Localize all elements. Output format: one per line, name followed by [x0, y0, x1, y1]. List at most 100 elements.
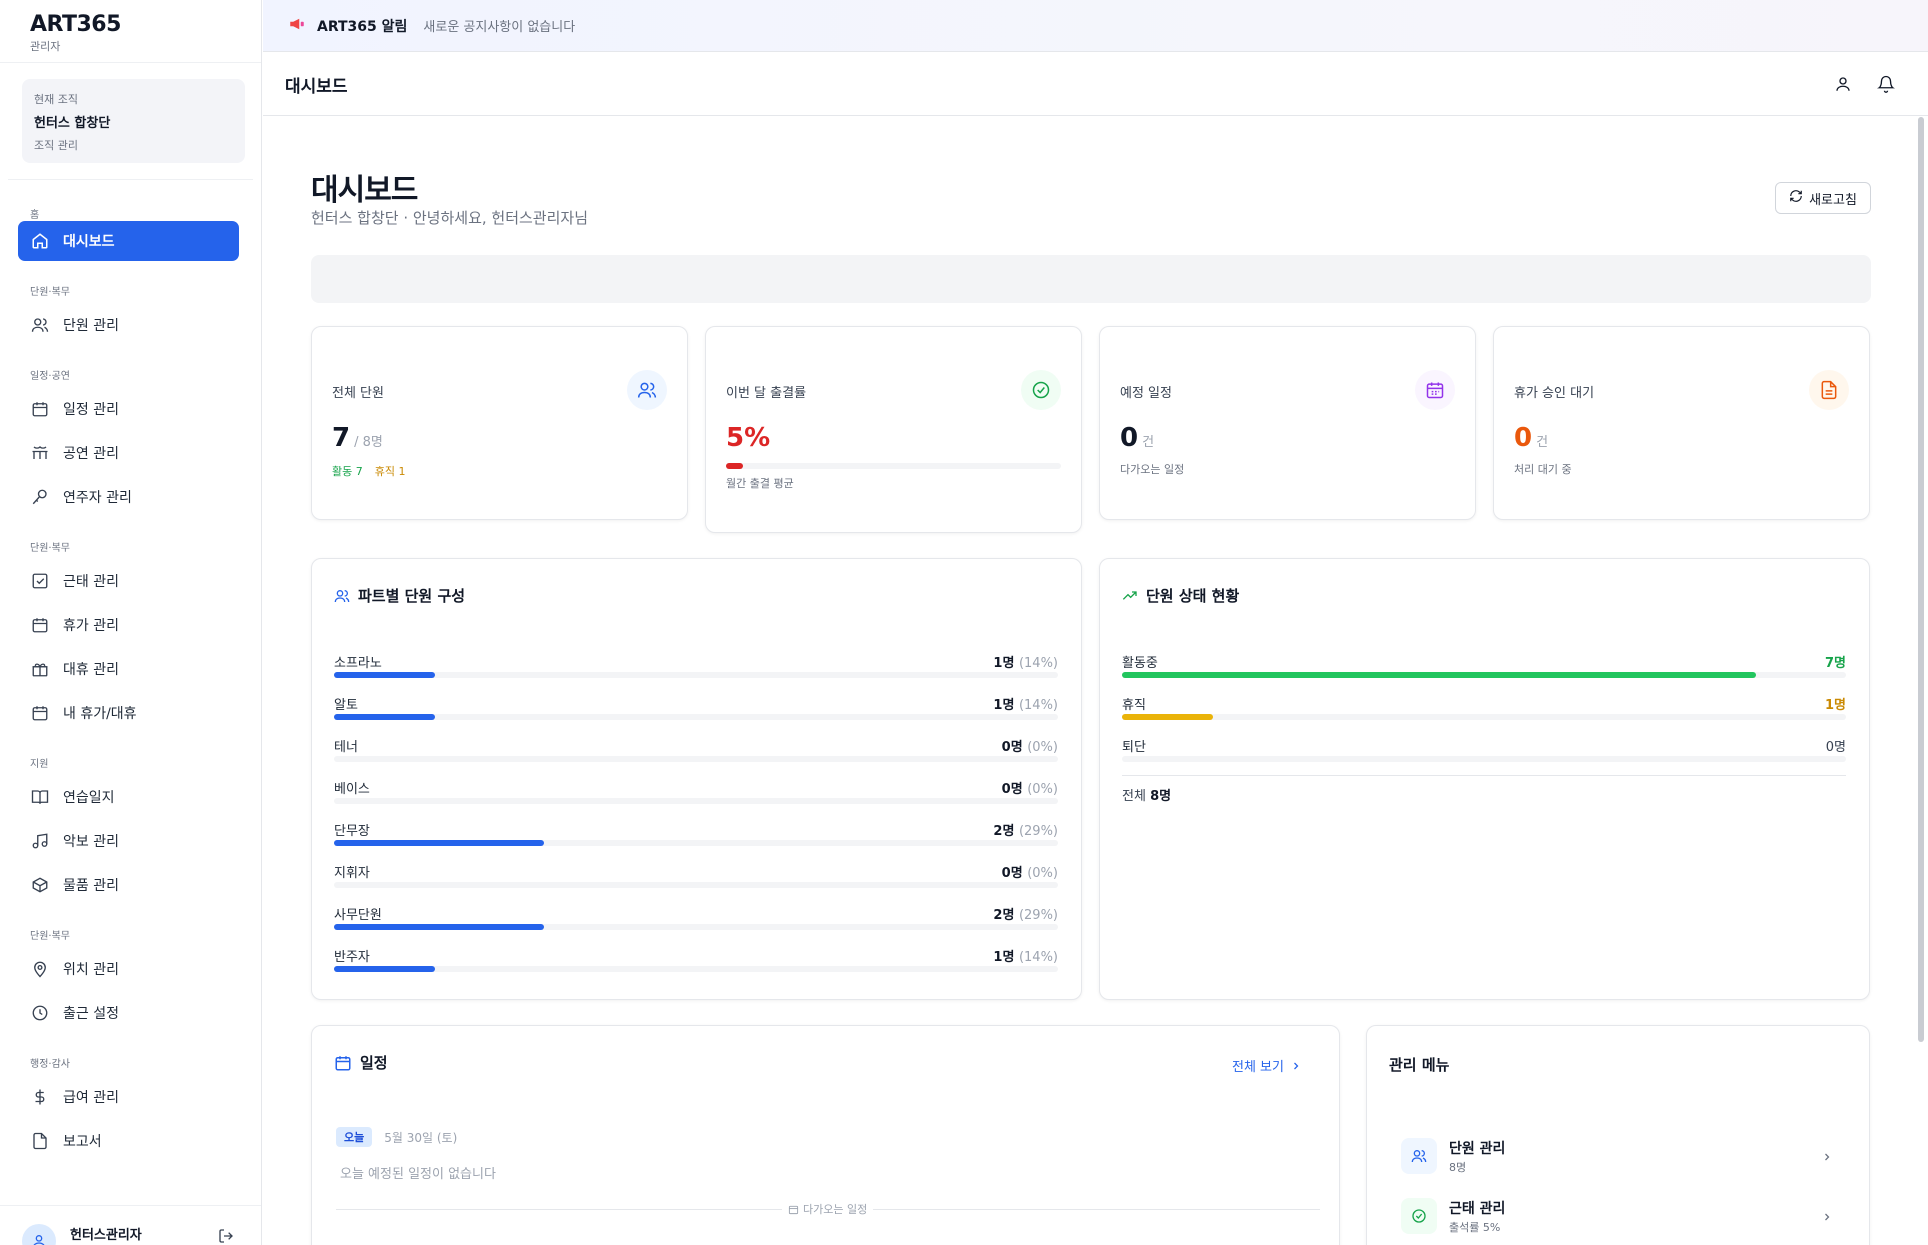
sidebar-item-payroll[interactable]: 급여 관리: [18, 1077, 239, 1117]
scrollbar[interactable]: [1918, 117, 1924, 1042]
org-name: 헌터스 합창단: [34, 116, 111, 131]
sidebar-item-label: 위치 관리: [63, 962, 119, 978]
dollar-icon: [30, 1087, 50, 1107]
user-icon[interactable]: [1834, 75, 1852, 97]
top-header: 대시보드: [263, 53, 1928, 116]
sidebar-item-practice-log[interactable]: 연습일지: [18, 777, 239, 817]
menu-item-title: 근태 관리: [1449, 1201, 1506, 1217]
stat-total: / 8명: [354, 435, 383, 450]
book-icon: [30, 787, 50, 807]
sidebar-item-members[interactable]: 단원 관리: [18, 305, 239, 345]
sidebar-item-performers[interactable]: 연주자 관리: [18, 477, 239, 517]
sidebar-item-label: 보고서: [63, 1134, 102, 1150]
notice-title: ART365 알림: [317, 18, 408, 35]
section-title: 일정: [334, 1052, 388, 1073]
status-name: 퇴단: [1122, 740, 1146, 755]
header-title: 대시보드: [285, 76, 348, 97]
check-circle-icon: [1401, 1198, 1437, 1234]
part-name: 베이스: [334, 782, 370, 797]
calendar-icon: [1415, 370, 1455, 410]
home-icon: [30, 231, 50, 251]
org-label: 현재 조직: [34, 93, 78, 106]
stat-card-schedule[interactable]: 예정 일정 0건 다가오는 일정: [1099, 326, 1476, 520]
part-name: 지휘자: [334, 866, 370, 881]
users-icon: [30, 315, 50, 335]
brand-subtitle: 관리자: [30, 40, 61, 53]
sidebar-item-score[interactable]: 악보 관리: [18, 821, 239, 861]
sidebar-item-checkin[interactable]: 출근 설정: [18, 993, 239, 1033]
sidebar-item-performance[interactable]: 공연 관리: [18, 433, 239, 473]
menu-item-sub: 출석률 5%: [1449, 1221, 1501, 1234]
megaphone-icon: [287, 15, 307, 37]
org-manage-link[interactable]: 조직 관리: [34, 137, 233, 153]
nav-section-schedule: 일정·공연: [30, 371, 70, 382]
sidebar-item-dashboard[interactable]: 대시보드: [18, 221, 239, 261]
part-track: [334, 966, 1058, 972]
user-icon: [33, 1235, 45, 1245]
stat-note: 월간 출결 평균: [726, 477, 794, 490]
admin-menu-card: 관리 메뉴 단원 관리 8명 근태 관리 출석률 5%: [1366, 1025, 1870, 1245]
part-track: [334, 798, 1058, 804]
view-all-link[interactable]: 전체 보기: [1232, 1056, 1302, 1075]
loading-placeholder: [311, 255, 1871, 303]
trending-up-icon: [1122, 588, 1138, 604]
part-fill: [334, 714, 436, 720]
sidebar-item-label: 일정 관리: [63, 402, 119, 418]
status-count: 0명: [1825, 740, 1846, 755]
status-row: 활동중 7명: [1122, 652, 1846, 686]
today-row: 오늘 5월 30일 (토): [336, 1127, 457, 1147]
part-fill: [334, 672, 436, 678]
part-count: 1명 (14%): [993, 656, 1058, 671]
stat-value: 5%: [726, 423, 771, 453]
sidebar-item-leave[interactable]: 휴가 관리: [18, 605, 239, 645]
sidebar-item-goods[interactable]: 물품 관리: [18, 865, 239, 905]
sidebar-item-location[interactable]: 위치 관리: [18, 949, 239, 989]
stat-label: 전체 단원: [332, 386, 384, 401]
calendar-icon: [30, 703, 50, 723]
part-count: 2명 (29%): [993, 824, 1058, 839]
logout-icon[interactable]: [218, 1228, 234, 1245]
menu-item-title: 단원 관리: [1449, 1141, 1506, 1157]
users-icon: [627, 370, 667, 410]
part-row: 단무장 2명 (29%): [334, 820, 1058, 854]
stat-card-leave-pending[interactable]: 휴가 승인 대기 0건 처리 대기 중: [1493, 326, 1870, 520]
refresh-button[interactable]: 새로고침: [1775, 182, 1871, 214]
package-icon: [30, 875, 50, 895]
part-row: 테너 0명 (0%): [334, 736, 1058, 770]
brand: ART365 관리자: [0, 0, 261, 63]
status-track: [1122, 756, 1846, 762]
admin-menu-item-members[interactable]: 단원 관리 8명: [1401, 1134, 1833, 1182]
sidebar-item-schedule[interactable]: 일정 관리: [18, 389, 239, 429]
refresh-icon: [1789, 189, 1803, 207]
part-count: 0명 (0%): [1001, 866, 1058, 881]
sidebar-item-label: 내 휴가/대휴: [63, 706, 137, 722]
sidebar-item-label: 대시보드: [63, 234, 115, 250]
calendar-icon: [334, 1054, 352, 1072]
sidebar-divider: [8, 179, 253, 180]
avatar[interactable]: [22, 1224, 56, 1245]
stat-label: 휴가 승인 대기: [1514, 386, 1595, 401]
stat-card-attendance[interactable]: 이번 달 출결률 5% 월간 출결 평균: [705, 326, 1082, 533]
stat-unit: 건: [1536, 435, 1549, 450]
active-count: 활동 7: [332, 465, 363, 478]
calendar-icon: [788, 1204, 799, 1215]
part-count: 0명 (0%): [1001, 782, 1058, 797]
sidebar-item-attendance[interactable]: 근태 관리: [18, 561, 239, 601]
stat-card-members[interactable]: 전체 단원 7/ 8명 활동 7 휴직 1: [311, 326, 688, 520]
sidebar-item-my-leave[interactable]: 내 휴가/대휴: [18, 693, 239, 733]
bell-icon[interactable]: [1877, 75, 1895, 97]
sidebar-item-report[interactable]: 보고서: [18, 1121, 239, 1161]
nav-section-members: 단원·복무: [30, 287, 70, 298]
part-name: 테너: [334, 740, 358, 755]
stat-value: 0건: [1120, 423, 1155, 453]
section-title: 관리 메뉴: [1389, 1056, 1450, 1074]
sidebar-item-label: 급여 관리: [63, 1090, 119, 1106]
status-total: 전체 8명: [1122, 789, 1172, 804]
notice-bar: ART365 알림 새로운 공지사항이 없습니다: [263, 0, 1928, 52]
status-row: 휴직 1명: [1122, 694, 1846, 728]
sidebar-item-label: 연주자 관리: [63, 490, 132, 506]
check-circle-icon: [1021, 370, 1061, 410]
admin-menu-item-attendance[interactable]: 근태 관리 출석률 5%: [1401, 1194, 1833, 1242]
sidebar-item-substitute[interactable]: 대휴 관리: [18, 649, 239, 689]
calendar-icon: [30, 615, 50, 635]
